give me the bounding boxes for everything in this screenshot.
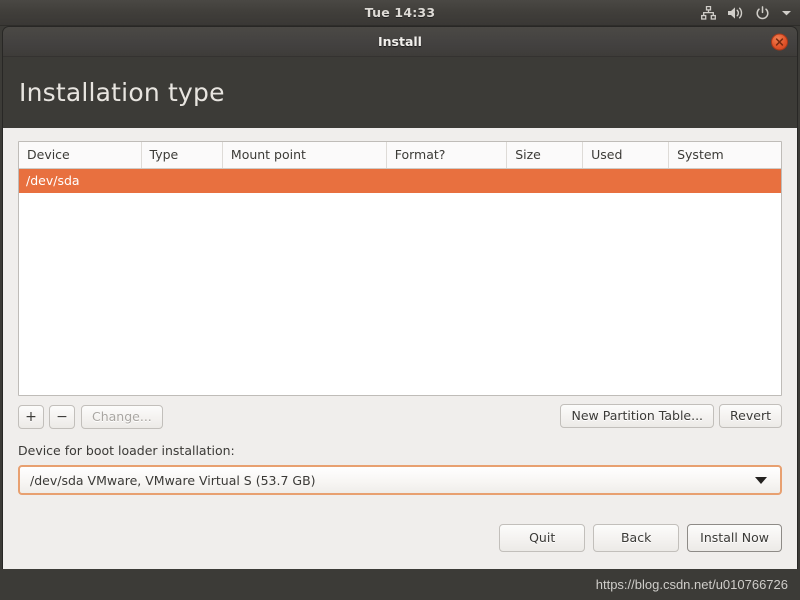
page-title: Installation type: [19, 78, 225, 107]
screen-root: Tue 14:33 Install Installation type Devi…: [0, 0, 800, 600]
cell-device: /dev/sda: [19, 168, 142, 193]
window-title: Install: [378, 34, 422, 49]
partition-table-container: Device Type Mount point Format? Size Use…: [18, 141, 782, 396]
partition-table-body: /dev/sda: [19, 168, 781, 193]
partition-table: Device Type Mount point Format? Size Use…: [19, 142, 781, 193]
partition-table-head: Device Type Mount point Format? Size Use…: [19, 142, 781, 169]
page-header: Installation type: [3, 57, 797, 128]
cell-type: [141, 168, 223, 193]
window-titlebar: Install: [3, 27, 797, 57]
desktop-top-panel: Tue 14:33: [0, 0, 800, 26]
back-button[interactable]: Back: [593, 524, 680, 552]
watermark-bar: https://blog.csdn.net/u010766726: [0, 569, 800, 600]
partition-toolbar: + − Change... New Partition Table... Rev…: [18, 404, 782, 430]
quit-button[interactable]: Quit: [499, 524, 586, 552]
remove-partition-button[interactable]: −: [49, 405, 75, 429]
install-now-button[interactable]: Install Now: [687, 524, 782, 552]
footer-actions: Quit Back Install Now: [499, 524, 782, 552]
partition-table-actions: New Partition Table... Revert: [560, 404, 782, 428]
column-header-system[interactable]: System: [668, 142, 781, 169]
bootloader-selected-value: /dev/sda VMware, VMware Virtual S (53.7 …: [30, 472, 316, 488]
new-partition-table-button[interactable]: New Partition Table...: [560, 404, 715, 428]
watermark-text: https://blog.csdn.net/u010766726: [595, 577, 788, 592]
system-tray: [701, 0, 792, 26]
cell-used: [582, 168, 669, 193]
cell-mount-point: [222, 168, 387, 193]
close-icon[interactable]: [771, 33, 788, 50]
volume-icon[interactable]: [727, 0, 744, 26]
chevron-down-icon: [755, 476, 767, 484]
column-header-size[interactable]: Size: [506, 142, 584, 169]
cell-size: [506, 168, 583, 193]
installer-content: Device Type Mount point Format? Size Use…: [3, 128, 797, 569]
revert-button[interactable]: Revert: [719, 404, 782, 428]
column-header-mount-point[interactable]: Mount point: [222, 142, 387, 169]
add-partition-button[interactable]: +: [18, 405, 44, 429]
column-header-type[interactable]: Type: [141, 142, 223, 169]
installer-window: Install Installation type Device Type Mo…: [3, 27, 797, 597]
table-header-row: Device Type Mount point Format? Size Use…: [19, 142, 781, 169]
change-partition-button[interactable]: Change...: [81, 405, 163, 429]
network-icon[interactable]: [701, 0, 716, 26]
power-icon[interactable]: [755, 0, 770, 26]
cell-format: [386, 168, 507, 193]
column-header-device[interactable]: Device: [19, 142, 142, 169]
column-header-used[interactable]: Used: [582, 142, 670, 169]
chevron-down-icon[interactable]: [781, 0, 792, 26]
bootloader-label: Device for boot loader installation:: [18, 443, 235, 458]
cell-system: [668, 168, 781, 193]
column-header-format[interactable]: Format?: [386, 142, 508, 169]
clock[interactable]: Tue 14:33: [365, 5, 435, 20]
bootloader-device-select[interactable]: /dev/sda VMware, VMware Virtual S (53.7 …: [18, 465, 782, 495]
table-row[interactable]: /dev/sda: [19, 168, 781, 193]
